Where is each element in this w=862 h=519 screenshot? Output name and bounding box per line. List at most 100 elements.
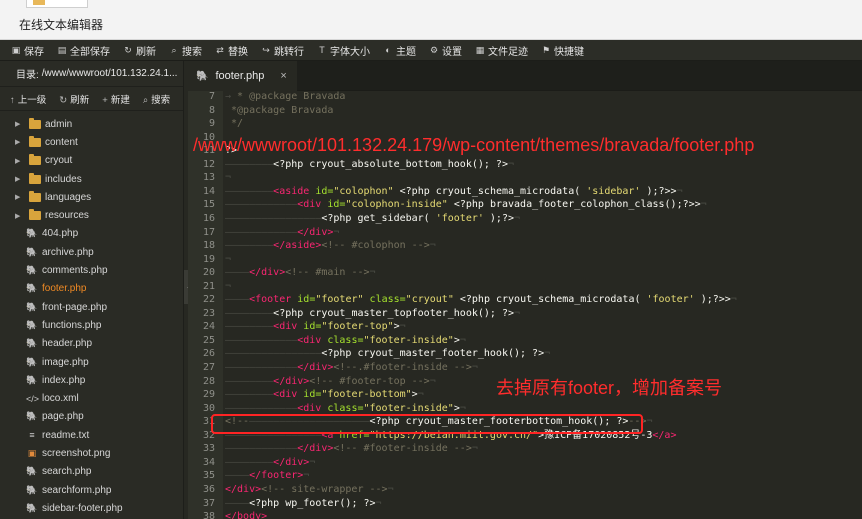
folder-item[interactable]: ▶ resources [0, 206, 183, 224]
code-token: *@package Bravada [225, 104, 334, 116]
toolbar-label: 设置 [442, 46, 462, 58]
line-text: → * @package Bravada [225, 91, 345, 104]
code-token: ¬ [225, 172, 232, 184]
code-line: 15 ————————————<div id="colophon-inside" … [188, 198, 862, 212]
file-item[interactable]: 🐘 functions.php [0, 316, 183, 334]
search-icon: ⌕ [171, 44, 177, 55]
toolbar-button-3[interactable]: ⌕ 搜索 [169, 43, 202, 58]
toolbar-button-0[interactable]: ▣ 保存 [11, 43, 44, 58]
toolbar-button-2[interactable]: ↻ 刷新 [123, 43, 156, 58]
toolbar-button-10[interactable]: ⚑ 快捷键 [541, 43, 584, 58]
code-token: <?php cryout_master_footer_hook(); ?> [321, 348, 545, 360]
toolbar-button-5[interactable]: ↪ 跳转行 [261, 43, 304, 58]
refresh-icon: ↻ [124, 44, 132, 55]
file-item[interactable]: ▣ screenshot.png [0, 444, 183, 462]
code-token: → [225, 91, 238, 102]
file-item[interactable]: 🐘 footer.php [0, 280, 183, 298]
code-token: ¬ [417, 389, 424, 401]
toolbar-label: 文件足迹 [488, 46, 528, 58]
toolbar-button-7[interactable]: ◐ 主题 [383, 43, 416, 58]
file-item[interactable]: 🐘 index.php [0, 371, 183, 389]
folder-label: resources [45, 210, 89, 222]
toolbar-button-6[interactable]: T 字体大小 [317, 43, 370, 58]
chevron-right-icon: ▶ [15, 157, 21, 165]
tab-footer-php[interactable]: 🐘 footer.php × [188, 61, 297, 91]
file-item[interactable]: 🐘 header.php [0, 335, 183, 353]
line-number: 8 [208, 104, 215, 116]
folder-item[interactable]: ▶ cryout [0, 152, 183, 170]
line-number: 15 [202, 199, 215, 211]
code-token: 'sidebar' [586, 185, 641, 197]
code-token: "footer-top" [321, 321, 394, 333]
toolbar-label: 字体大小 [330, 46, 370, 58]
code-token: id= [303, 389, 322, 401]
folder-label: includes [45, 173, 82, 185]
goto-line-icon: ↪ [262, 44, 270, 55]
code-token: "cryout" [405, 294, 454, 306]
line-text: ————<?php wp_footer(); ?>¬ [225, 497, 382, 511]
file-item[interactable]: 🐘 archive.php [0, 243, 183, 261]
code-token: ¬ [459, 334, 466, 346]
file-item[interactable]: 🐘 image.php [0, 353, 183, 371]
line-number: 24 [202, 321, 215, 333]
code-token: ¬ [471, 443, 478, 455]
code-token: ———— [225, 497, 250, 509]
line-text: ————————————————<?php get_sidebar( 'foot… [225, 212, 520, 226]
folder-item[interactable]: ▶ includes [0, 170, 183, 188]
toolbar-button-4[interactable]: ⇄ 替换 [215, 43, 248, 58]
toolbar-button-8[interactable]: ⚙ 设置 [429, 43, 462, 58]
highlight-box [211, 414, 643, 434]
sidebar-action-3[interactable]: ⌕ 搜索 [143, 92, 170, 106]
line-number: 22 [202, 294, 215, 306]
file-item[interactable]: </> loco.xml [0, 389, 183, 407]
code-token: <?php bravada_footer_colophon_class();?>… [447, 199, 701, 211]
code-token: */ [225, 118, 244, 130]
code-line: 37 ————<?php wp_footer(); ?>¬ [188, 497, 862, 511]
code-token: ¬ [303, 470, 310, 482]
sidebar-action-0[interactable]: ↑ 上一级 [10, 92, 46, 106]
code-token: ———— [225, 294, 250, 306]
file-item[interactable]: 🐘 search.php [0, 463, 183, 481]
line-text: ————————————<div class="footer-inside">¬ [225, 334, 466, 348]
line-text: </body> [225, 510, 267, 519]
code-token: ¬ [309, 456, 316, 468]
folder-icon [29, 172, 41, 184]
toolbar-button-1[interactable]: ▤ 全部保存 [57, 43, 110, 58]
file-item[interactable]: ≡ readme.txt [0, 426, 183, 444]
close-icon[interactable]: × [280, 70, 286, 82]
code-token: <?php wp_footer(); ?> [249, 497, 376, 509]
file-item[interactable]: 🐘 sidebar-footer.php [0, 499, 183, 517]
line-number: 26 [202, 348, 215, 360]
folder-item[interactable]: ▶ content [0, 133, 183, 151]
line-number: 20 [202, 267, 215, 279]
code-token: ———————————————— [225, 212, 322, 224]
editor-tabs: 🐘 footer.php × [188, 61, 862, 91]
file-item[interactable]: 🐘 front-page.php [0, 298, 183, 316]
file-item[interactable]: 🐘 searchform.php [0, 481, 183, 499]
tab-label: footer.php [215, 70, 265, 82]
window-tab-fragment[interactable] [26, 0, 88, 8]
code-line: 16 ————————————————<?php get_sidebar( 'fo… [188, 212, 862, 226]
php-file-icon: 🐘 [26, 228, 38, 239]
code-token: <?php cryout_schema_microdata( [393, 185, 587, 197]
path-annotation: /www/wwwroot/101.132.24.179/wp-content/t… [193, 135, 755, 155]
file-item[interactable]: 🐘 page.php [0, 408, 183, 426]
code-token: <!-- #main --> [285, 267, 370, 279]
folder-icon [29, 209, 41, 221]
code-token: ———————————— [225, 402, 298, 414]
folder-label: content [45, 136, 78, 148]
sidebar-action-1[interactable]: ↻ 刷新 [59, 92, 89, 106]
folder-item[interactable]: ▶ admin [0, 115, 183, 133]
code-token: ———————————————— [225, 348, 322, 360]
sidebar-action-2[interactable]: + 新建 [102, 92, 130, 106]
file-item[interactable]: 🐘 comments.php [0, 261, 183, 279]
save-icon: ▣ [11, 44, 21, 55]
code-line: 12 ————————<?php cryout_absolute_bottom_h… [188, 158, 862, 172]
directory-value[interactable]: /www/wwwroot/101.132.24.1... [42, 68, 178, 79]
sidebar-action-label: 刷新 [70, 94, 90, 106]
file-item[interactable]: 🐘 404.php [0, 225, 183, 243]
code-token: <!-- #colophon --> [321, 240, 430, 252]
toolbar-button-9[interactable]: ▦ 文件足迹 [475, 43, 528, 58]
folder-item[interactable]: ▶ languages [0, 188, 183, 206]
code-token: </aside> [273, 240, 322, 252]
